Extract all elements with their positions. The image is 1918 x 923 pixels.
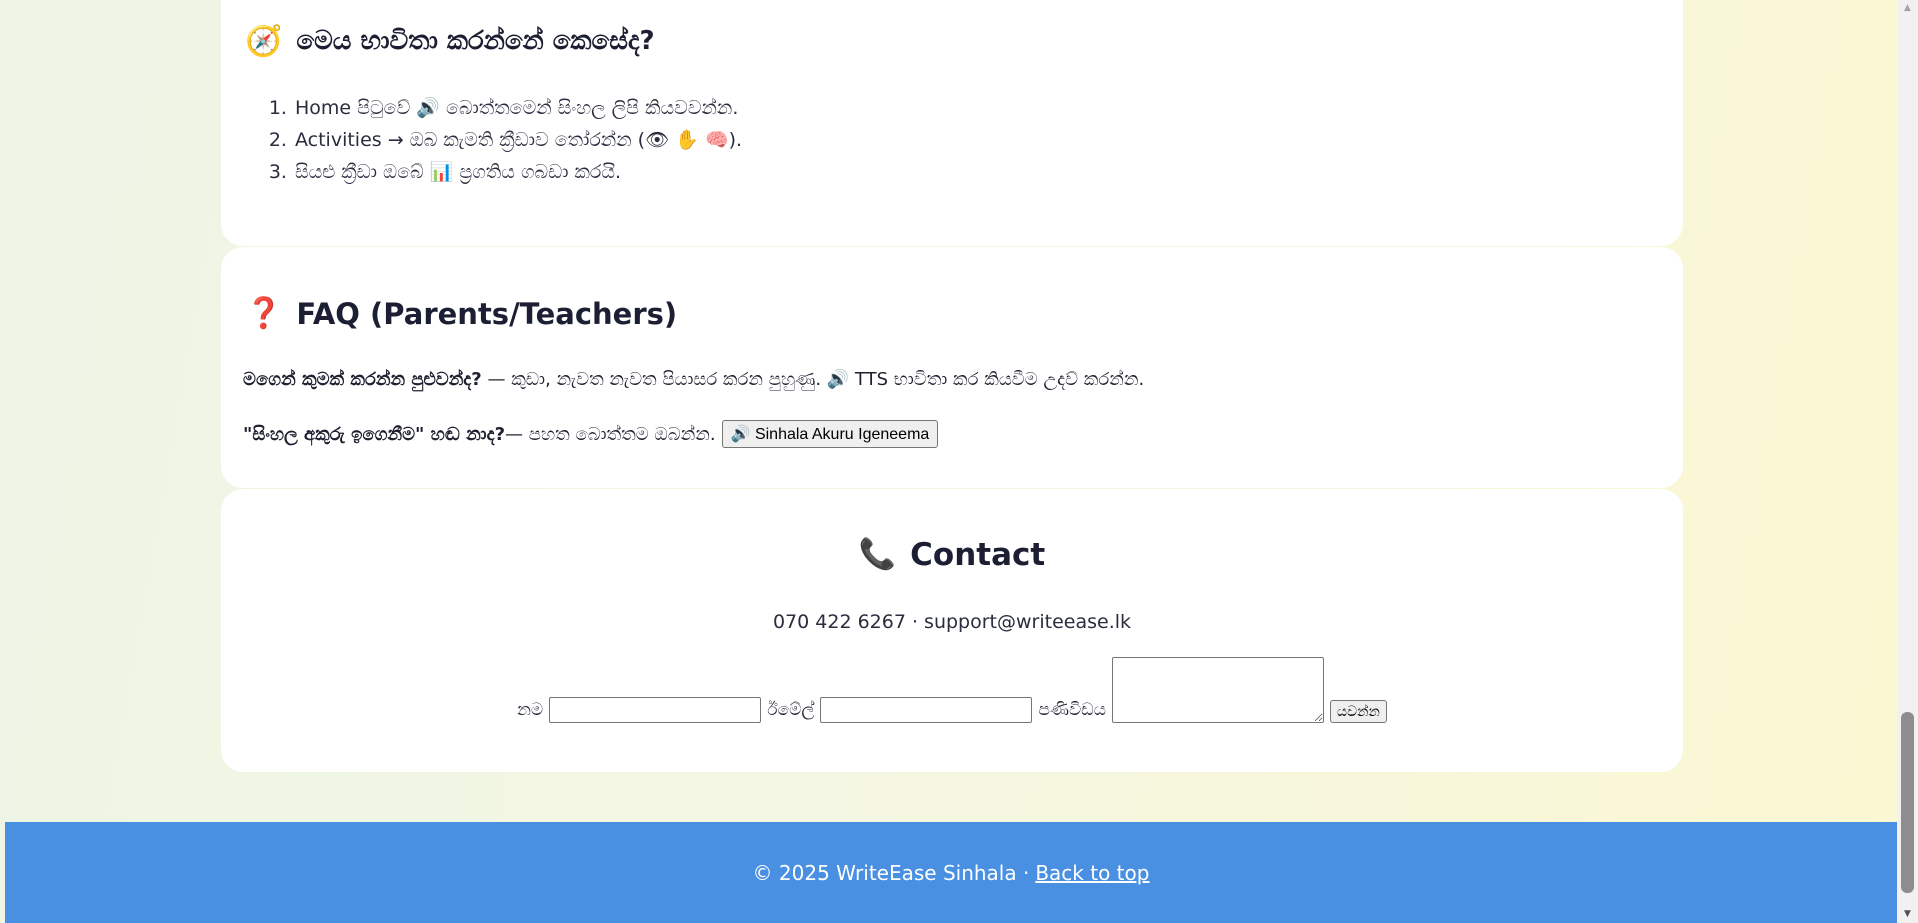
play-audio-button[interactable]: 🔊 Sinhala Akuru Igeneema [721,420,939,448]
contact-info: 070 422 6267 · support@writeease.lk [772,611,1132,633]
faq-question: "සිංහල අකුරු ඉගෙනීම" හඬ නාද? [243,423,506,445]
contact-title-text: Contact [910,537,1046,573]
faq-item: "සිංහල අකුරු ඉගෙනීම" හඬ නාද? — පහත බොත්ත… [243,420,939,448]
name-field[interactable] [549,697,762,723]
copyright-text: © 2025 WriteEase Sinhala · [752,860,1030,885]
faq-answer: — පහත බොත්තම ඔබන්න. [505,423,716,445]
faq-title-text: FAQ (Parents/Teachers) [296,297,678,331]
name-label: නම [517,700,544,720]
faq-question: මගෙන් කුමක් කරන්න පුළුවන්ද? [243,369,482,390]
contact-card: 📞 Contact 070 422 6267 · support@writeea… [221,489,1683,772]
question-mark-icon: ❓ [245,296,283,331]
vertical-scrollbar[interactable]: ▲ ▼ [1897,0,1918,923]
howto-title-text: මෙය භාවිතා කරන්නේ කෙසේද? [296,26,655,56]
page: 🧭 මෙය භාවිතා කරන්නේ කෙසේද? Home පිටුවේ 🔊… [5,0,1897,923]
howto-card: 🧭 මෙය භාවිතා කරන්නේ කෙසේද? Home පිටුවේ 🔊… [221,0,1683,246]
howto-step: Home පිටුවේ 🔊 බොත්තමෙන් සිංහල ලිපි කියවව… [293,92,742,124]
compass-icon: 🧭 [245,23,283,59]
faq-card: ❓ FAQ (Parents/Teachers) මගෙන් කුමක් කරන… [221,247,1683,488]
phone-icon: 📞 [858,537,897,572]
footer: © 2025 WriteEase Sinhala · Back to top [5,822,1897,923]
howto-step: Activities → ඔබ කැමති ක්‍රීඩාව තෝරන්න (👁… [293,124,742,156]
send-button[interactable]: යවන්න [1330,700,1387,723]
contact-form: නම ඊමේල් පණිවිඩය යවන්න [221,657,1683,723]
contact-title: 📞 Contact [221,537,1683,573]
scroll-down-arrow-icon[interactable]: ▼ [1897,906,1918,923]
howto-steps: Home පිටුවේ 🔊 බොත්තමෙන් සිංහල ලිපි කියවව… [245,92,742,188]
scroll-up-arrow-icon[interactable]: ▲ [1897,0,1918,17]
back-to-top-link[interactable]: Back to top [1035,861,1149,885]
email-field[interactable] [820,697,1033,723]
howto-title: 🧭 මෙය භාවිතා කරන්නේ කෙසේද? [245,26,655,57]
scrollbar-thumb[interactable] [1901,712,1914,893]
faq-item: මගෙන් කුමක් කරන්න පුළුවන්ද? — කුඩා, නැවත… [243,369,1144,390]
faq-title: ❓ FAQ (Parents/Teachers) [245,297,677,331]
faq-answer: — කුඩා, නැවත නැවත පියාසර කරන පුහුණු. 🔊 T… [481,369,1145,390]
message-field[interactable] [1112,657,1325,723]
howto-step: සියළු ක්‍රීඩා ඔබේ 📊 ප්‍රගතිය ගබඩා කරයි. [293,156,742,188]
email-label: ඊමේල් [767,700,815,720]
message-label: පණිවිඩය [1038,700,1107,720]
